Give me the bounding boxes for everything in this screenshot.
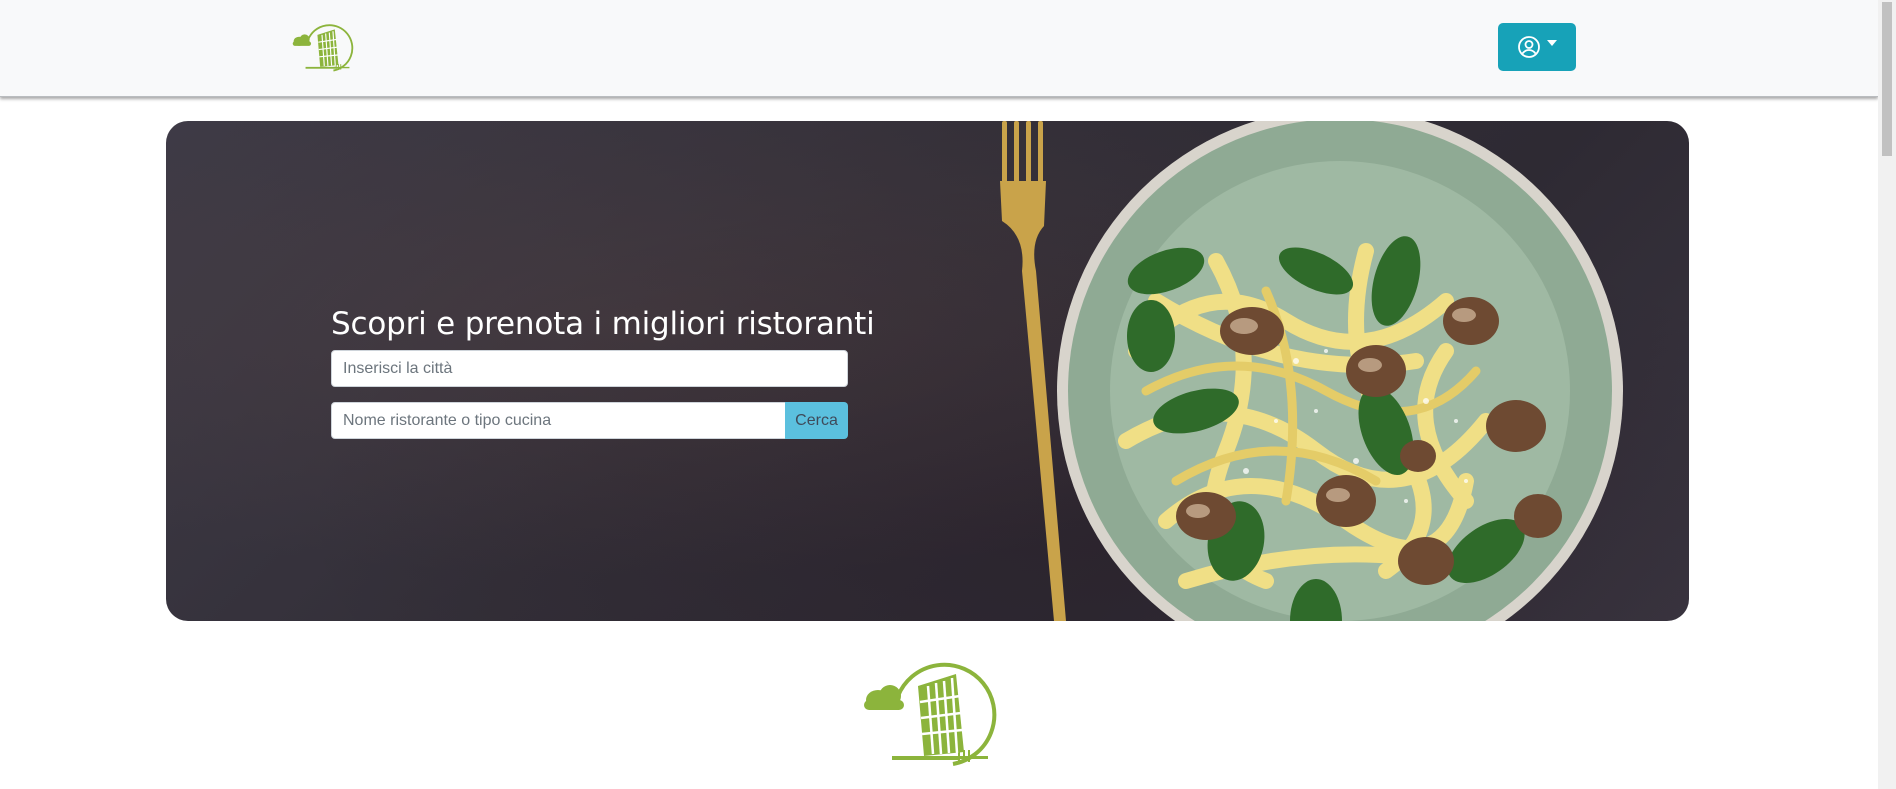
user-circle-icon <box>1518 36 1540 58</box>
search-input[interactable] <box>331 402 786 439</box>
user-menu-button[interactable] <box>1498 23 1576 71</box>
leaning-tower-logo-icon[interactable] <box>290 20 354 74</box>
top-navbar <box>0 0 1878 97</box>
scrollbar-thumb[interactable] <box>1882 2 1892 156</box>
leaning-tower-logo-icon <box>858 656 998 769</box>
city-input[interactable] <box>331 350 848 387</box>
search-button[interactable]: Cerca <box>785 402 848 439</box>
vertical-scrollbar[interactable] <box>1878 0 1896 789</box>
chevron-down-icon <box>1547 40 1557 46</box>
hero-title: Scopri e prenota i migliori ristoranti <box>331 306 875 342</box>
